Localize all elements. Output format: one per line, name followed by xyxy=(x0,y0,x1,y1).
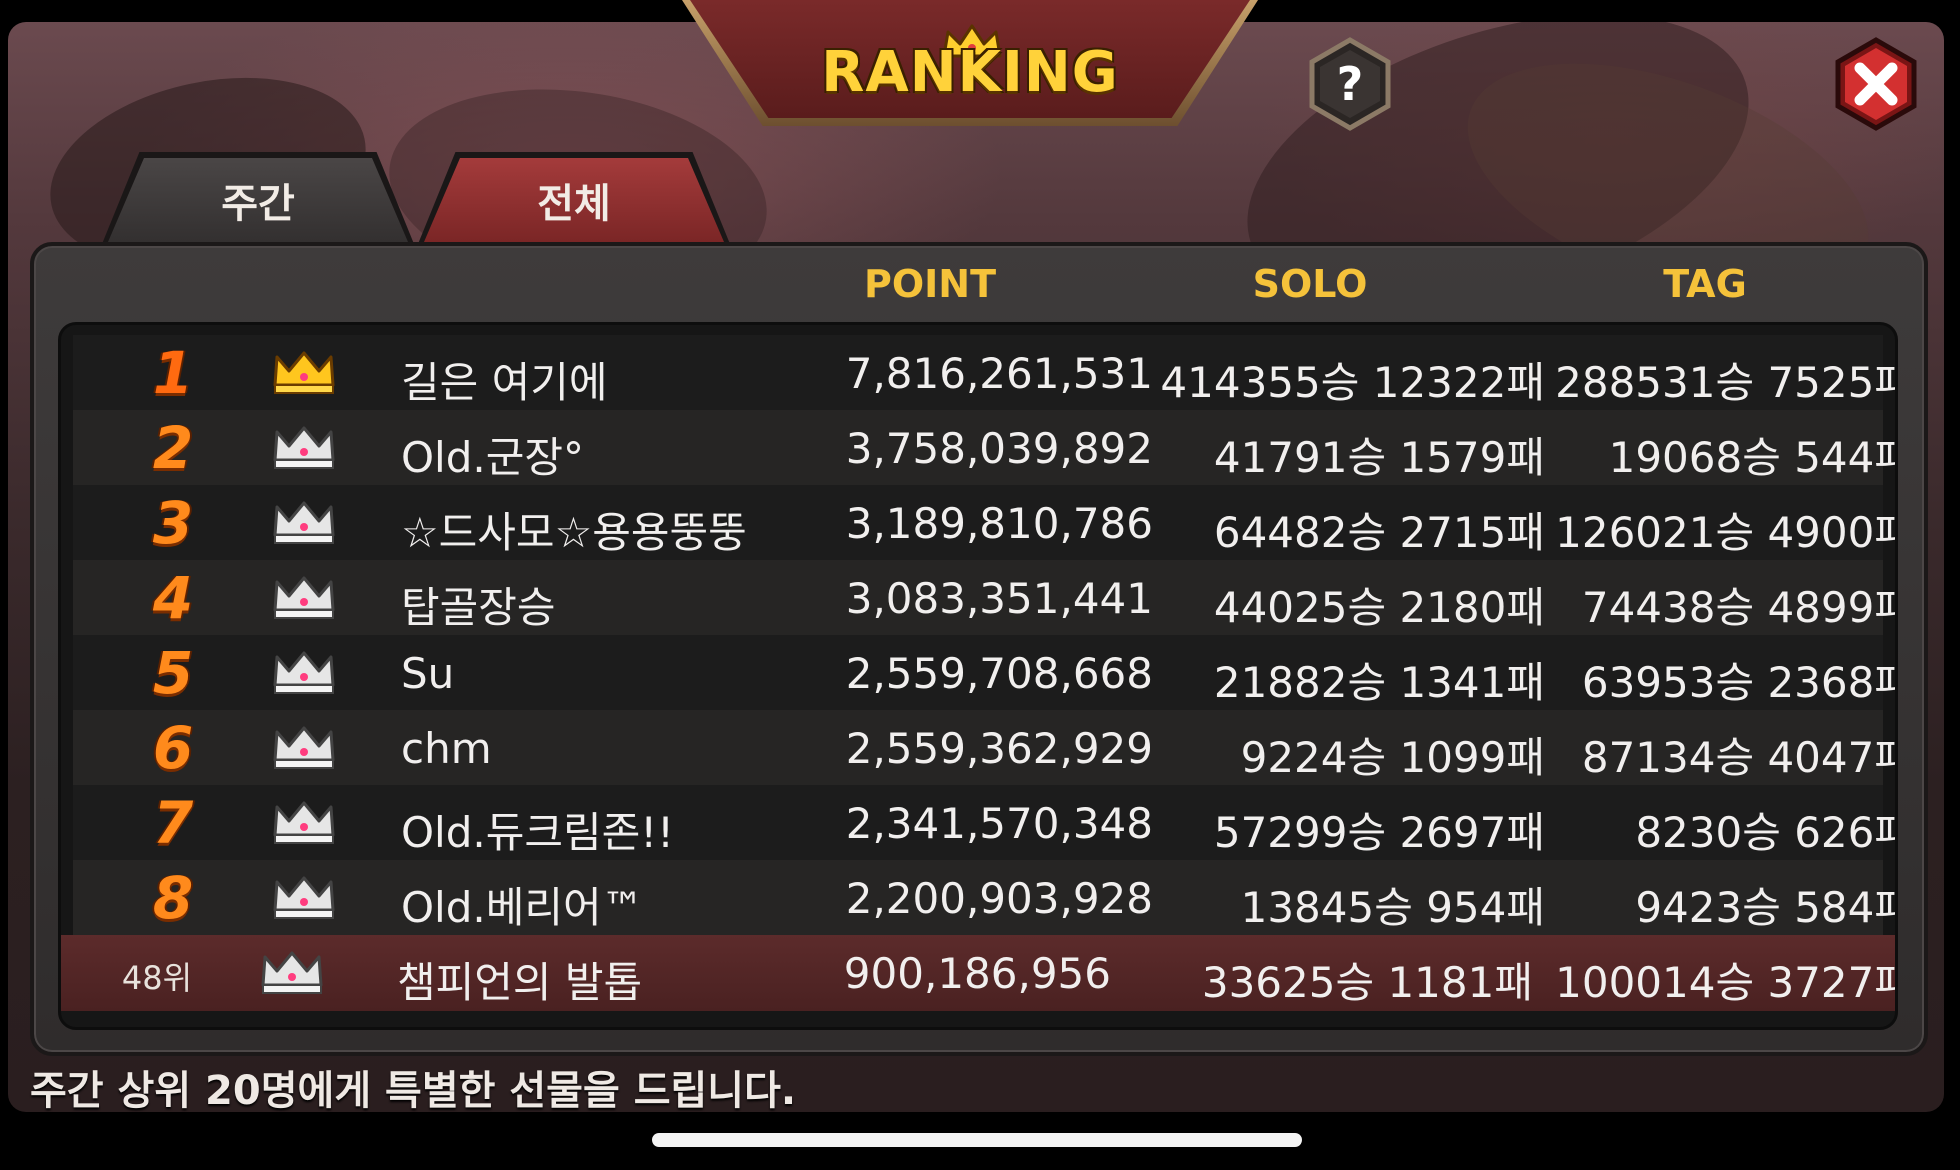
player-solo-record: 41791승 1579패 xyxy=(1213,433,1545,482)
player-name: ☆드사모☆용용뚱뚱 xyxy=(401,508,747,557)
silver-crown-icon xyxy=(273,426,335,469)
player-tag-record: 126021승 4900패 xyxy=(1555,508,1898,557)
ranking-row-4[interactable]: 4 탑골장승 3,083,351,441 44025승 2180패 74438승… xyxy=(73,560,1895,635)
player-point: 2,559,708,668 xyxy=(845,649,1153,698)
silver-crown-icon xyxy=(273,726,335,769)
page-title: RANKING xyxy=(821,40,1119,105)
player-point: 900,186,956 xyxy=(843,949,1111,998)
footer-notice: 주간 상위 20명에게 특별한 선물을 드립니다. xyxy=(30,1068,797,1114)
player-point: 3,189,810,786 xyxy=(845,499,1153,548)
rank-number: 6 xyxy=(152,714,194,782)
player-tag-record: 74438승 4899패 xyxy=(1581,583,1898,632)
rank-number: 1 xyxy=(152,339,194,407)
tab-weekly[interactable]: 주간 xyxy=(108,158,408,242)
player-solo-record: 13845승 954패 xyxy=(1240,883,1545,932)
ranking-row-7[interactable]: 7 Old.듀크림존!! 2,341,570,348 57299승 2697패 … xyxy=(73,785,1895,860)
player-name: 챔피언의 발톱 xyxy=(397,958,643,1007)
silver-crown-icon xyxy=(273,576,335,619)
player-tag-record: 288531승 7525패 xyxy=(1555,358,1898,407)
player-point: 3,758,039,892 xyxy=(845,424,1153,473)
close-button[interactable] xyxy=(1828,36,1924,132)
player-name: Su xyxy=(401,649,455,698)
silver-crown-icon xyxy=(273,801,335,844)
ranking-row-1[interactable]: 1 길은 여기에 7,816,261,531 414355승 12322패 28… xyxy=(73,335,1895,410)
player-solo-record: 414355승 12322패 xyxy=(1160,358,1545,407)
rank-number: 8 xyxy=(152,864,194,932)
rank-number: 2 xyxy=(152,414,194,482)
column-header-solo: SOLO xyxy=(1252,262,1368,306)
ranking-row-5[interactable]: 5 Su 2,559,708,668 21882승 1341패 63953승 2… xyxy=(73,635,1895,710)
column-header-tag: TAG xyxy=(1663,262,1747,306)
player-point: 7,816,261,531 xyxy=(845,349,1153,398)
rank-number: 4 xyxy=(152,564,194,632)
help-button[interactable]: ? xyxy=(1302,36,1398,132)
rank-number: 7 xyxy=(152,789,194,857)
player-point: 3,083,351,441 xyxy=(845,574,1153,623)
rank-number: 3 xyxy=(152,489,194,557)
question-mark-icon: ? xyxy=(1309,37,1391,131)
player-name: Old.군장° xyxy=(401,433,585,482)
player-name: 길은 여기에 xyxy=(401,358,608,407)
player-solo-record: 44025승 2180패 xyxy=(1213,583,1545,632)
ranking-row-3[interactable]: 3 ☆드사모☆용용뚱뚱 3,189,810,786 64482승 2715패 1… xyxy=(73,485,1895,560)
player-name: Old.듀크림존!! xyxy=(401,808,674,857)
silver-crown-icon xyxy=(273,651,335,694)
close-icon xyxy=(1835,37,1917,131)
player-solo-record: 64482승 2715패 xyxy=(1213,508,1545,557)
ranking-row-6[interactable]: 6 chm 2,559,362,929 9224승 1099패 87134승 4… xyxy=(73,710,1895,785)
player-tag-record: 100014승 3727패 xyxy=(1555,958,1898,1007)
player-point: 2,200,903,928 xyxy=(845,874,1153,923)
column-header-point: POINT xyxy=(863,262,997,306)
silver-crown-icon xyxy=(273,501,335,544)
player-tag-record: 9423승 584패 xyxy=(1635,883,1898,932)
ranking-row-8[interactable]: 8 Old.베리어™ 2,200,903,928 13845승 954패 942… xyxy=(73,860,1895,935)
player-solo-record: 33625승 1181패 xyxy=(1201,958,1533,1007)
player-tag-record: 19068승 544패 xyxy=(1608,433,1898,482)
player-point: 2,341,570,348 xyxy=(845,799,1153,848)
screen: RANKING ? 주간 전체 POINT SOLO TAG 1 길은 여기에 … xyxy=(0,0,1960,1170)
my-ranking-row[interactable]: 48위 챔피언의 발톱 900,186,956 33625승 1181패 100… xyxy=(61,935,1895,1011)
player-name: Old.베리어™ xyxy=(401,883,644,932)
silver-crown-icon xyxy=(273,876,335,919)
player-point: 2,559,362,929 xyxy=(845,724,1153,773)
player-solo-record: 57299승 2697패 xyxy=(1213,808,1545,857)
my-rank: 48위 xyxy=(121,959,193,997)
rank-number: 5 xyxy=(152,639,194,707)
player-tag-record: 8230승 626패 xyxy=(1635,808,1898,857)
silver-crown-icon xyxy=(261,951,323,994)
home-indicator[interactable] xyxy=(652,1133,1302,1147)
ranking-list[interactable]: 1 길은 여기에 7,816,261,531 414355승 12322패 28… xyxy=(58,322,1898,1030)
player-solo-record: 9224승 1099패 xyxy=(1240,733,1545,782)
player-tag-record: 63953승 2368패 xyxy=(1581,658,1898,707)
svg-text:?: ? xyxy=(1337,57,1364,111)
gold-crown-icon xyxy=(273,351,335,394)
player-tag-record: 87134승 4047패 xyxy=(1581,733,1898,782)
player-name: 탑골장승 xyxy=(401,583,556,632)
player-solo-record: 21882승 1341패 xyxy=(1213,658,1545,707)
tab-all[interactable]: 전체 xyxy=(424,158,724,242)
player-name: chm xyxy=(401,724,492,773)
ranking-row-2[interactable]: 2 Old.군장° 3,758,039,892 41791승 1579패 190… xyxy=(73,410,1895,485)
